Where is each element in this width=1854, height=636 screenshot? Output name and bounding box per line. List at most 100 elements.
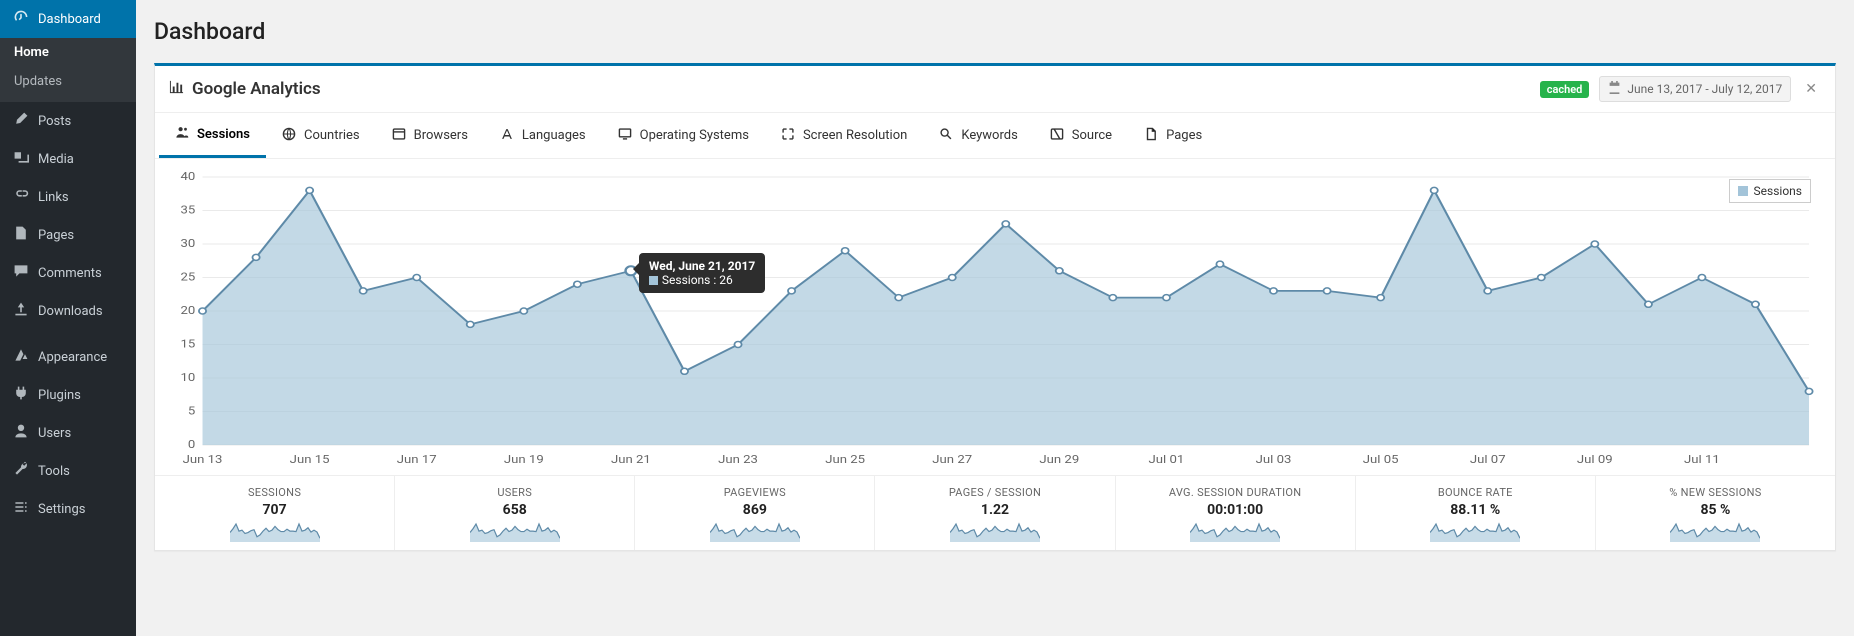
panel-header: Google Analytics cached June 13, 2017 - … bbox=[155, 66, 1835, 113]
source-icon bbox=[1050, 127, 1064, 145]
sidebar-item-settings[interactable]: Settings bbox=[0, 490, 136, 528]
tab-keywords[interactable]: Keywords bbox=[923, 113, 1033, 158]
svg-text:0: 0 bbox=[188, 438, 196, 451]
links-icon bbox=[12, 187, 30, 207]
tab-label: Browsers bbox=[414, 128, 468, 143]
svg-text:Jun 13: Jun 13 bbox=[183, 453, 223, 466]
summary-value: 88.11 % bbox=[1362, 499, 1589, 522]
sidebar-item-users[interactable]: Users bbox=[0, 414, 136, 452]
sidebar-item-plugins[interactable]: Plugins bbox=[0, 376, 136, 414]
sidebar: Dashboard HomeUpdates Posts Media Links Pages… bbox=[0, 0, 136, 636]
tab-pages_t[interactable]: Pages bbox=[1128, 113, 1218, 158]
analytics-tabs: Sessions Countries Browsers Languages Operat… bbox=[155, 113, 1835, 159]
svg-text:Jun 25: Jun 25 bbox=[825, 453, 865, 466]
sidebar-item-media[interactable]: Media bbox=[0, 140, 136, 178]
summary-pageviews: PAGEVIEWS869 bbox=[635, 476, 875, 550]
svg-text:Jun 27: Jun 27 bbox=[932, 453, 972, 466]
tab-os[interactable]: Operating Systems bbox=[602, 113, 765, 158]
svg-text:30: 30 bbox=[181, 237, 196, 250]
sidebar-item-links[interactable]: Links bbox=[0, 178, 136, 216]
svg-text:Jul 03: Jul 03 bbox=[1256, 453, 1292, 466]
summary-label: AVG. SESSION DURATION bbox=[1122, 486, 1349, 499]
sidebar-item-label: Appearance bbox=[38, 350, 107, 365]
legend-label: Sessions bbox=[1754, 184, 1802, 198]
summary--new-sessions: % NEW SESSIONS85 % bbox=[1596, 476, 1835, 550]
tab-source[interactable]: Source bbox=[1034, 113, 1128, 158]
tab-browsers[interactable]: Browsers bbox=[376, 113, 484, 158]
date-range-text: June 13, 2017 - July 12, 2017 bbox=[1627, 82, 1782, 96]
svg-text:5: 5 bbox=[188, 405, 196, 418]
svg-text:Jul 01: Jul 01 bbox=[1149, 453, 1185, 466]
tab-label: Source bbox=[1072, 128, 1112, 143]
svg-text:40: 40 bbox=[181, 170, 196, 183]
summary-pages-session: PAGES / SESSION1.22 bbox=[875, 476, 1115, 550]
sidebar-item-label: Users bbox=[38, 426, 71, 441]
sidebar-item-pages_m[interactable]: Pages bbox=[0, 216, 136, 254]
panel-title-text: Google Analytics bbox=[192, 79, 321, 99]
sidebar-item-label: Pages bbox=[38, 228, 74, 243]
appearance-icon bbox=[12, 347, 30, 367]
keywords-icon bbox=[939, 127, 953, 145]
summary-label: PAGES / SESSION bbox=[881, 486, 1108, 499]
date-range-picker[interactable]: June 13, 2017 - July 12, 2017 bbox=[1599, 76, 1791, 102]
sidebar-item-tools[interactable]: Tools bbox=[0, 452, 136, 490]
settings-icon bbox=[12, 499, 30, 519]
tab-label: Keywords bbox=[961, 128, 1017, 143]
svg-text:15: 15 bbox=[181, 338, 196, 351]
sidebar-subitem-home[interactable]: Home bbox=[0, 38, 136, 67]
languages-icon bbox=[500, 127, 514, 145]
tab-label: Countries bbox=[304, 128, 360, 143]
tab-languages[interactable]: Languages bbox=[484, 113, 602, 158]
sidebar-item-label: Downloads bbox=[38, 304, 103, 319]
close-icon[interactable]: ✕ bbox=[1801, 81, 1821, 97]
sidebar-item-label: Links bbox=[38, 190, 69, 205]
page-title: Dashboard bbox=[154, 4, 1836, 63]
tab-label: Languages bbox=[522, 128, 586, 143]
posts-icon bbox=[12, 111, 30, 131]
media-icon bbox=[12, 149, 30, 169]
sidebar-item-downloads[interactable]: Downloads bbox=[0, 292, 136, 330]
browsers-icon bbox=[392, 127, 406, 145]
svg-text:Jun 19: Jun 19 bbox=[504, 453, 544, 466]
sidebar-item-label: Plugins bbox=[38, 388, 81, 403]
sessions-chart[interactable]: 0510152025303540Jun 13Jun 15Jun 17Jun 19… bbox=[169, 169, 1821, 469]
svg-text:Jul 09: Jul 09 bbox=[1577, 453, 1613, 466]
tab-countries[interactable]: Countries bbox=[266, 113, 376, 158]
tools-icon bbox=[12, 461, 30, 481]
pages_t-icon bbox=[1144, 127, 1158, 145]
chart-legend: Sessions bbox=[1729, 179, 1811, 203]
dashboard-icon bbox=[12, 9, 30, 29]
svg-text:Jul 05: Jul 05 bbox=[1363, 453, 1399, 466]
summary-value: 658 bbox=[401, 499, 628, 522]
summary-label: PAGEVIEWS bbox=[641, 486, 868, 499]
summary-avg-session-duration: AVG. SESSION DURATION00:01:00 bbox=[1116, 476, 1356, 550]
summary-value: 85 % bbox=[1602, 499, 1829, 522]
sidebar-item-label: Tools bbox=[38, 464, 70, 479]
tab-screen[interactable]: Screen Resolution bbox=[765, 113, 923, 158]
calendar-icon bbox=[1608, 81, 1621, 97]
sidebar-item-label: Dashboard bbox=[38, 12, 101, 27]
summary-sessions: SESSIONS707 bbox=[155, 476, 395, 550]
svg-text:35: 35 bbox=[181, 204, 196, 217]
sidebar-item-comments[interactable]: Comments bbox=[0, 254, 136, 292]
summary-value: 00:01:00 bbox=[1122, 499, 1349, 522]
main-content: Dashboard Google Analytics cached June 1… bbox=[136, 0, 1854, 636]
summary-label: USERS bbox=[401, 486, 628, 499]
sidebar-item-appearance[interactable]: Appearance bbox=[0, 338, 136, 376]
tab-label: Operating Systems bbox=[640, 128, 749, 143]
tab-label: Pages bbox=[1166, 128, 1202, 143]
svg-text:Jun 29: Jun 29 bbox=[1039, 453, 1079, 466]
tab-sessions[interactable]: Sessions bbox=[159, 113, 266, 158]
pages_m-icon bbox=[12, 225, 30, 245]
sessions-icon bbox=[175, 125, 189, 143]
sidebar-item-dashboard[interactable]: Dashboard bbox=[0, 0, 136, 38]
sidebar-subitem-updates[interactable]: Updates bbox=[0, 67, 136, 96]
svg-text:Jun 17: Jun 17 bbox=[397, 453, 437, 466]
sidebar-item-label: Posts bbox=[38, 114, 71, 129]
sidebar-item-label: Comments bbox=[38, 266, 102, 281]
screen-icon bbox=[781, 127, 795, 145]
summary-value: 707 bbox=[161, 499, 388, 522]
svg-text:25: 25 bbox=[181, 271, 196, 284]
downloads-icon bbox=[12, 301, 30, 321]
sidebar-item-posts[interactable]: Posts bbox=[0, 102, 136, 140]
